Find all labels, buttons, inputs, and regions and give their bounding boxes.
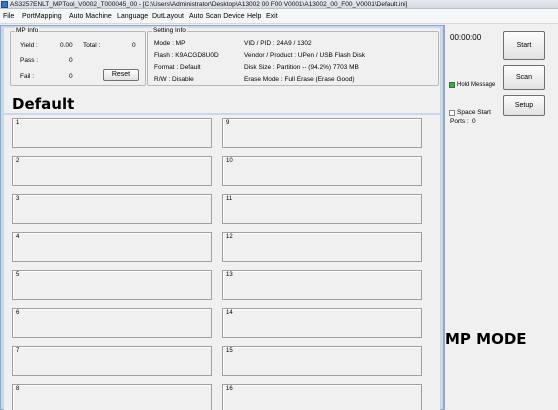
title-bar: AS3257ENLT_MPTool_V0002_T000045_00 - [C:… — [0, 0, 558, 9]
port-number: 14 — [226, 310, 233, 316]
yield-label: Yield : — [20, 42, 38, 49]
port-box: 8 — [12, 384, 212, 410]
port-box: 12 — [222, 232, 422, 262]
setting-info-group: Setting Info Mode : MP Flash : K9ACGD8U0… — [147, 27, 439, 86]
port-number: 2 — [16, 158, 20, 164]
port-number: 7 — [16, 348, 20, 354]
port-number: 16 — [226, 386, 233, 392]
app-icon — [1, 1, 8, 8]
port-box: 6 — [12, 308, 212, 338]
port-box: 7 — [12, 346, 212, 376]
mp-info-title: MP Info — [15, 27, 40, 35]
flash-text: Flash : K9ACGD8U0D — [154, 52, 219, 59]
start-button[interactable]: Start — [503, 31, 545, 60]
mode-text: Mode : MP — [154, 40, 186, 47]
yield-value: 0.00 — [60, 42, 73, 49]
port-box: 2 — [12, 156, 212, 186]
port-number: 3 — [16, 196, 20, 202]
port-box: 11 — [222, 194, 422, 224]
vid-pid-text: VID / PID : 24A9 / 1302 — [244, 40, 312, 47]
fail-value: 0 — [69, 73, 73, 80]
ports-count-label: Ports : — [450, 118, 469, 125]
port-number: 11 — [226, 196, 233, 202]
window-title: AS3257ENLT_MPTool_V0002_T000045_00 - [C:… — [10, 1, 408, 8]
main-frame: MP Info Yield : 0.00 Total : 0 Pass : 0 … — [0, 25, 444, 410]
port-box: 15 — [222, 346, 422, 376]
port-box: 16 — [222, 384, 422, 410]
hold-message-label: Hold Message — [457, 82, 496, 88]
menu-auto-machine[interactable]: Auto Machine — [69, 9, 112, 24]
port-number: 15 — [226, 348, 233, 354]
setting-info-title: Setting Info — [152, 27, 187, 35]
setup-button[interactable]: Setup — [503, 95, 545, 116]
port-box: 1 — [12, 118, 212, 148]
port-box: 13 — [222, 270, 422, 300]
control-panel: 00:00:00 Start Scan Hold Message Setup S… — [444, 25, 558, 410]
menu-help[interactable]: Help — [247, 9, 261, 24]
menu-dutlayout[interactable]: DutLayout — [152, 9, 184, 24]
port-box: 4 — [12, 232, 212, 262]
disk-size-text: Disk Size : Partition -- (94.2%) 7703 MB — [244, 64, 359, 71]
port-number: 10 — [226, 158, 233, 164]
pass-value: 0 — [69, 57, 73, 64]
menu-bar: File PortMapping Auto Machine Language D… — [0, 9, 558, 24]
timer-display: 00:00:00 — [450, 33, 482, 42]
port-box: 9 — [222, 118, 422, 148]
port-number: 12 — [226, 234, 233, 240]
reset-button[interactable]: Reset — [103, 69, 139, 81]
space-start-checkbox[interactable] — [449, 110, 455, 116]
format-text: Format : Default — [154, 64, 201, 71]
rw-text: R/W : Disable — [154, 76, 194, 83]
port-number: 4 — [16, 234, 20, 240]
space-start-label: Space Start — [457, 109, 491, 116]
port-number: 5 — [16, 272, 20, 278]
menu-auto-scan-device[interactable]: Auto Scan Device — [189, 9, 245, 24]
default-title: Default — [12, 95, 75, 113]
mp-mode-label: MP MODE — [445, 330, 527, 348]
total-value: 0 — [132, 42, 136, 49]
info-area: MP Info Yield : 0.00 Total : 0 Pass : 0 … — [4, 27, 440, 113]
total-label: Total : — [83, 42, 101, 49]
vendor-product-text: Vendor / Product : UPen / USB Flash Disk — [244, 52, 366, 59]
port-box: 14 — [222, 308, 422, 338]
menu-language[interactable]: Language — [117, 9, 148, 24]
port-number: 1 — [16, 120, 20, 126]
port-number: 13 — [226, 272, 233, 278]
menu-portmapping[interactable]: PortMapping — [22, 9, 62, 24]
ports-area: 1 2 3 4 5 6 7 8 9 10 11 12 13 14 15 16 — [4, 115, 440, 410]
hold-message-checkbox[interactable] — [449, 82, 455, 88]
port-box: 3 — [12, 194, 212, 224]
port-number: 9 — [226, 120, 230, 126]
port-box: 10 — [222, 156, 422, 186]
scan-button[interactable]: Scan — [503, 65, 545, 90]
ports-count-value: 0 — [472, 118, 476, 125]
pass-label: Pass : — [20, 57, 39, 64]
mp-info-group: MP Info Yield : 0.00 Total : 0 Pass : 0 … — [10, 27, 146, 86]
erase-mode-text: Erase Mode : Full Erase (Erase Good) — [244, 76, 355, 83]
fail-label: Fail : — [20, 73, 35, 80]
port-number: 8 — [16, 386, 20, 392]
port-number: 6 — [16, 310, 20, 316]
menu-exit[interactable]: Exit — [266, 9, 278, 24]
menu-file[interactable]: File — [3, 9, 14, 24]
port-box: 5 — [12, 270, 212, 300]
